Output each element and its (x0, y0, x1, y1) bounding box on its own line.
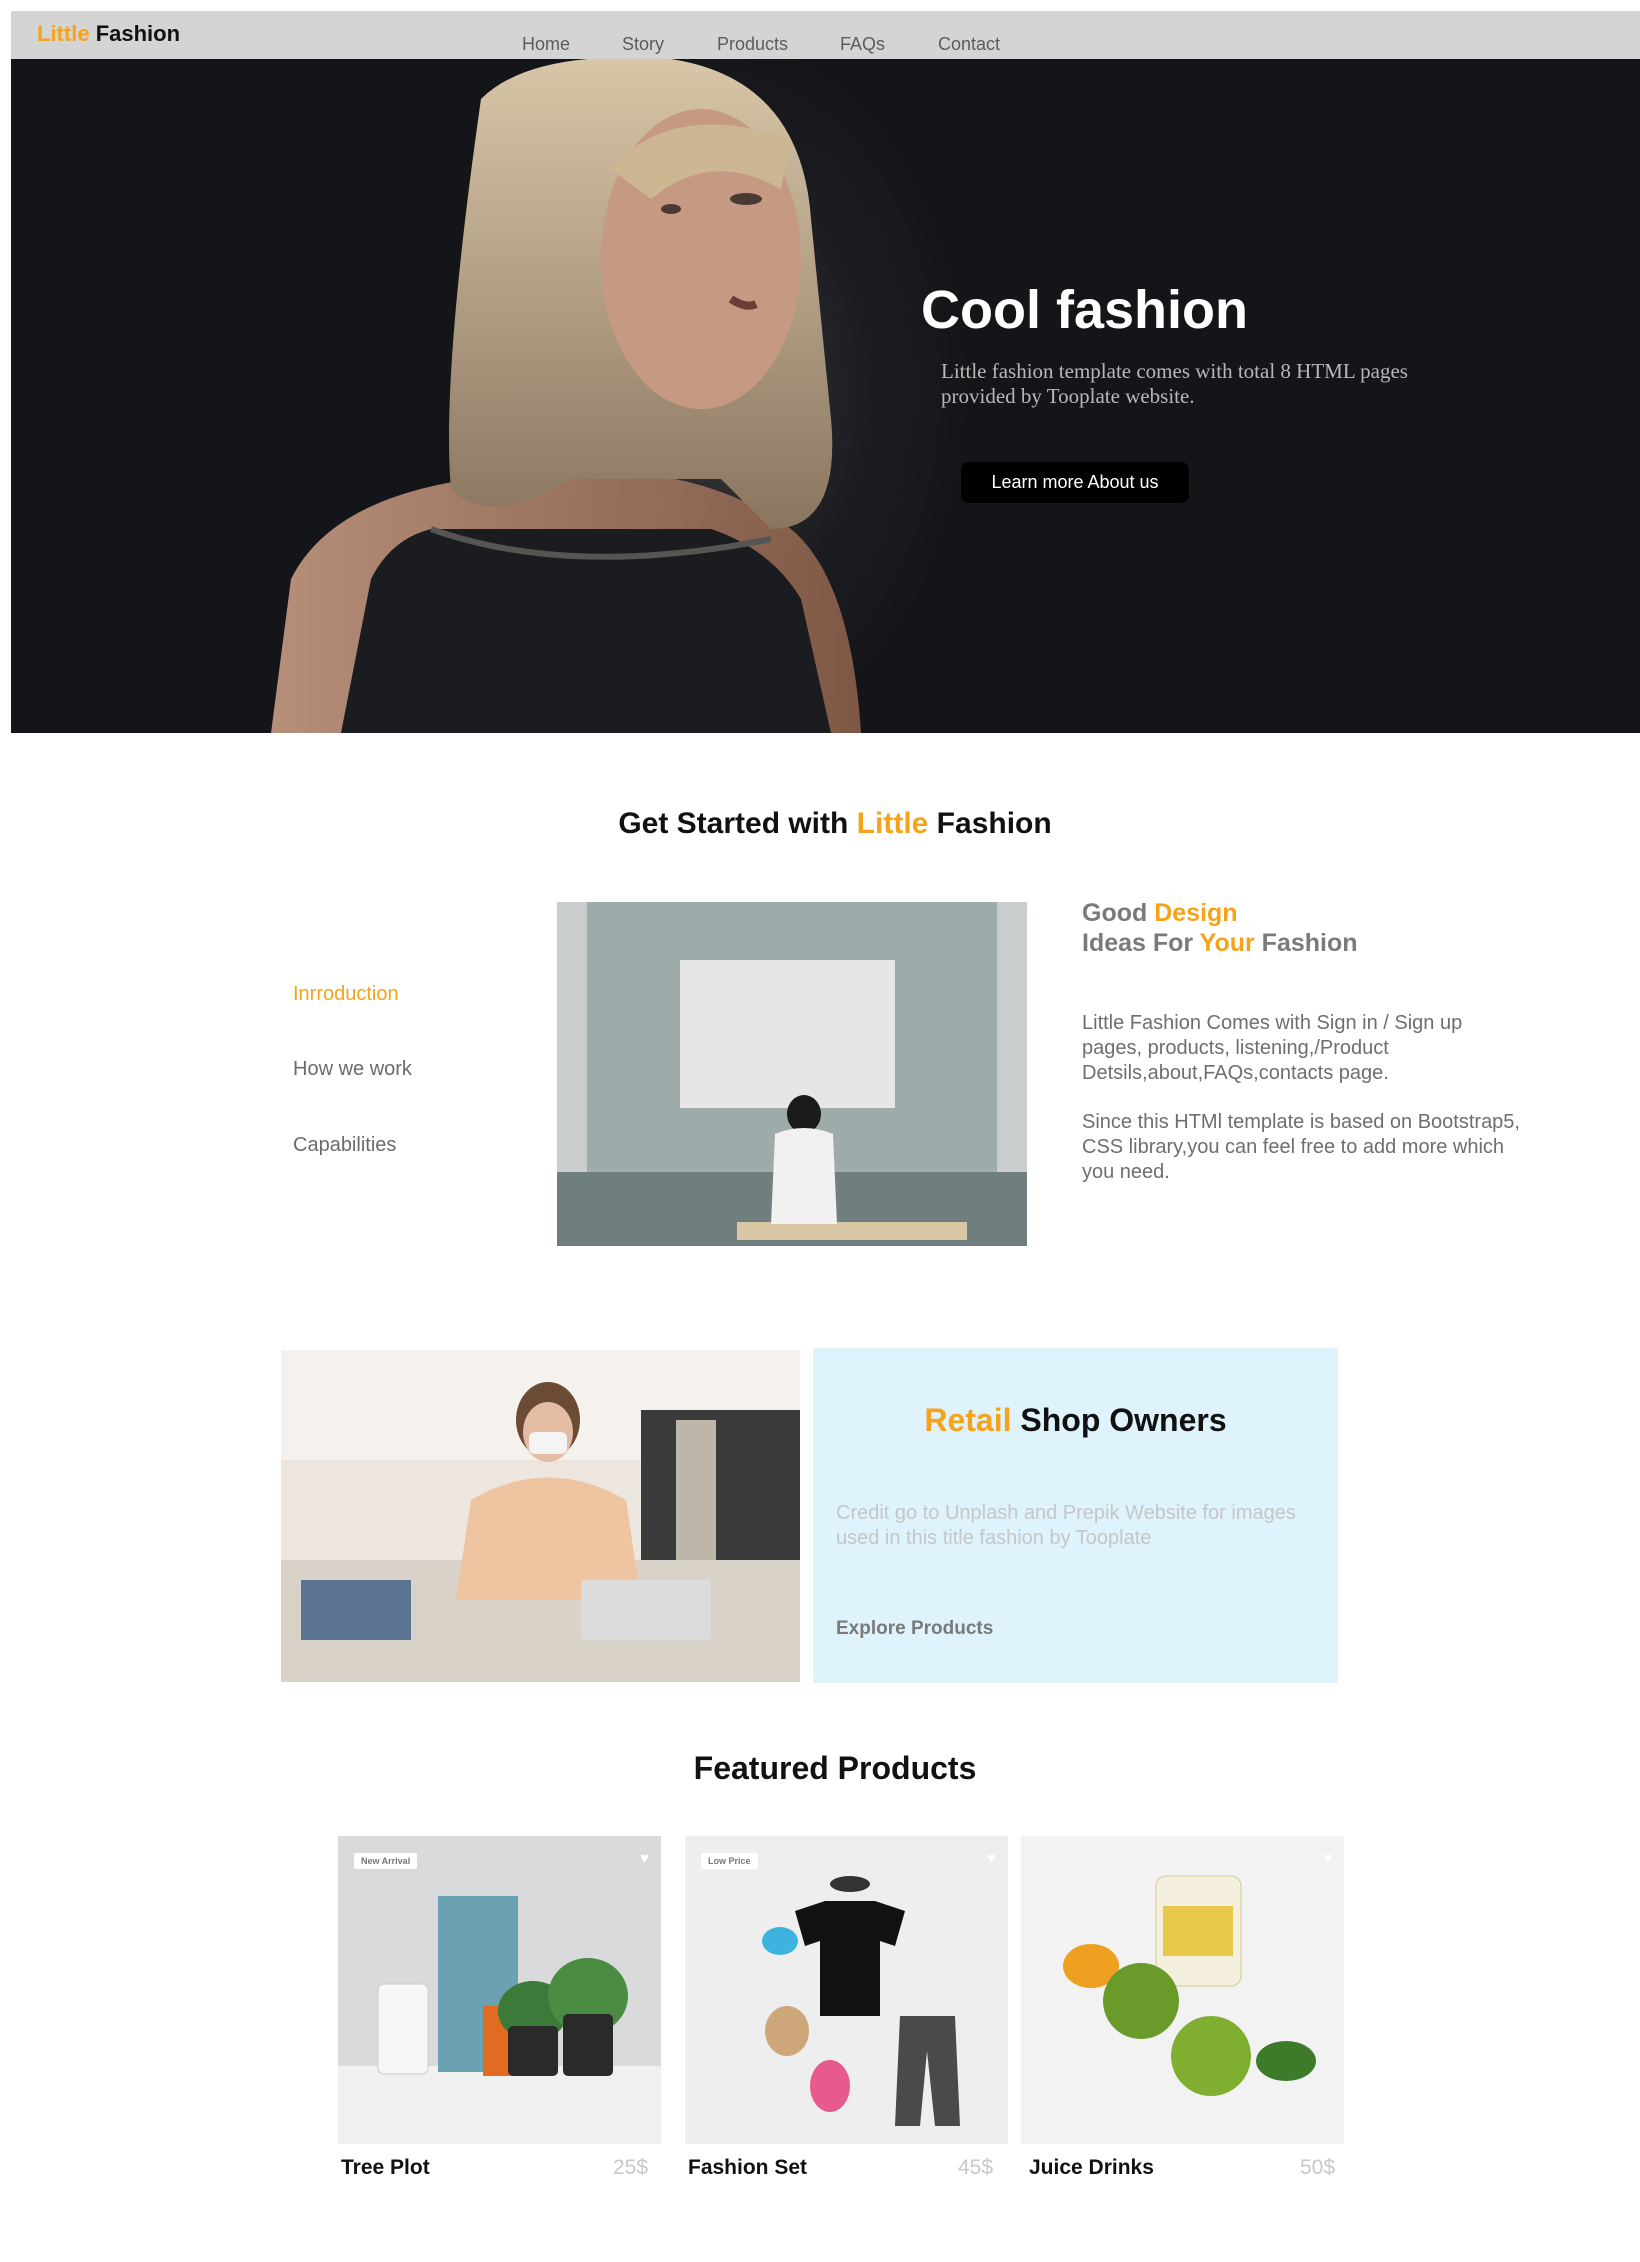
product-image-fashion-set: Low Price ♥ (685, 1836, 1008, 2144)
intro-paragraph-1: Little Fashion Comes with Sign in / Sign… (1082, 1012, 1463, 1084)
heart-icon[interactable]: ♥ (987, 1850, 996, 1867)
product-image-juice-drinks: ♥ (1021, 1836, 1344, 2144)
retail-owner-photo (281, 1350, 800, 1682)
retail-title: Retail Shop Owners (813, 1402, 1338, 1439)
explore-products-link[interactable]: Explore Products (836, 1618, 993, 1640)
good-design-heading: Good Design Ideas For Your Fashion (1082, 898, 1358, 958)
heading-good: Good (1082, 899, 1155, 927)
heading-fashion: Fashion (1254, 929, 1358, 957)
nav-home[interactable]: Home (522, 34, 570, 55)
tree-plot-photo (338, 1836, 661, 2144)
product-name[interactable]: Fashion Set (688, 2156, 807, 2180)
hero-subtitle: Little fashion template comes with total… (941, 359, 1408, 408)
side-item-capabilities[interactable]: Capabilities (293, 1134, 396, 1157)
retail-credit-text: Credit go to Unplash and Prepik Website … (836, 1502, 1296, 1549)
brand-logo[interactable]: Little Fashion (37, 21, 180, 47)
new-arrival-badge: New Arrival (354, 1853, 418, 1869)
brand-rest: Fashion (95, 21, 181, 46)
get-started-title: Get Started with Little Fashion (0, 807, 1640, 841)
featured-products-title: Featured Products (693, 1750, 977, 1786)
learn-more-button[interactable]: Learn more About us (961, 462, 1189, 503)
heading-ideas-for: Ideas For (1082, 929, 1200, 957)
product-name[interactable]: Tree Plot (341, 2156, 430, 2180)
retail-title-rest: Shop Owners (1011, 1402, 1227, 1438)
gallery-photo (557, 902, 1027, 1246)
get-started-title-accent: Little (856, 807, 929, 840)
page: Little Fashion Home Story Products FAQs … (0, 0, 1640, 2262)
product-name[interactable]: Juice Drinks (1029, 2156, 1154, 2180)
nav-faqs[interactable]: FAQs (840, 34, 885, 55)
side-item-how-we-work[interactable]: How we work (293, 1058, 412, 1081)
fashion-set-photo (685, 1836, 1008, 2144)
retail-title-accent: Retail (924, 1402, 1012, 1438)
hero-title: Cool fashion (921, 280, 1248, 340)
low-price-badge: Low Price (701, 1853, 758, 1869)
heart-icon[interactable]: ♥ (640, 1850, 649, 1867)
side-item-introduction[interactable]: Inrroduction (293, 983, 399, 1006)
brand-accent: Little (37, 21, 90, 46)
nav-story[interactable]: Story (622, 34, 664, 55)
product-price: 25$ (613, 2156, 649, 2179)
product-price: 45$ (958, 2156, 994, 2179)
product-image-tree-plot: New Arrival ♥ (338, 1836, 661, 2144)
heading-your: Your (1199, 929, 1255, 957)
intro-paragraph-2: Since this HTMl template is based on Boo… (1082, 1111, 1520, 1183)
product-price: 50$ (1300, 2156, 1336, 2179)
heading-design: Design (1154, 899, 1238, 927)
nav-contact[interactable]: Contact (938, 34, 1000, 55)
juice-drinks-photo (1021, 1836, 1344, 2144)
get-started-title-prefix: Get Started with (618, 807, 857, 840)
hero-banner: Cool fashion Little fashion template com… (11, 59, 1640, 733)
heart-icon[interactable]: ♥ (1323, 1850, 1332, 1867)
get-started-title-suffix: Fashion (928, 807, 1052, 840)
retail-info-box: Retail Shop Owners Credit go to Unplash … (813, 1348, 1338, 1683)
navbar: Little Fashion Home Story Products FAQs … (11, 11, 1640, 59)
nav-products[interactable]: Products (717, 34, 788, 55)
